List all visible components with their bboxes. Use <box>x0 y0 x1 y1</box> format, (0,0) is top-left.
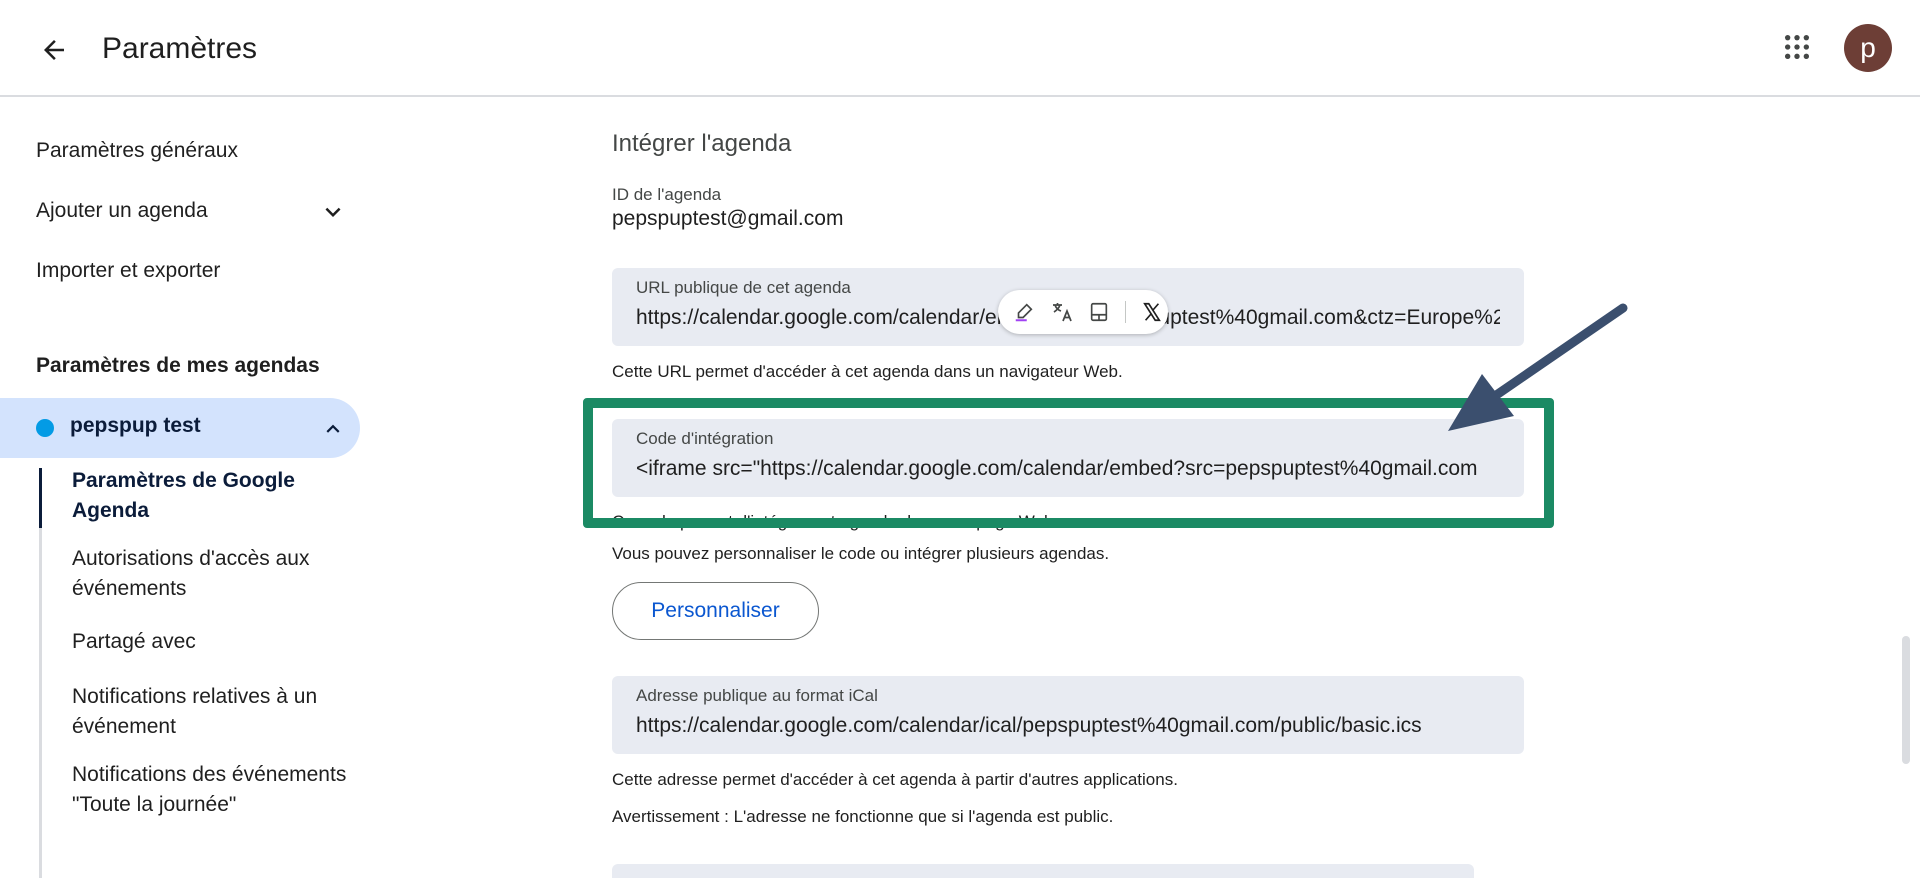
annotation-highlight-box <box>583 398 1554 528</box>
sidebar-item-label: Ajouter un agenda <box>36 199 208 222</box>
sidebar-subitem-calendar-settings[interactable]: Paramètres de Google Agenda <box>72 466 362 526</box>
sidebar-item-general-settings[interactable]: Paramètres généraux <box>36 139 238 163</box>
public-url-helper: Cette URL permet d'accéder à cet agenda … <box>612 362 1123 381</box>
tree-guide-line <box>39 468 42 878</box>
x-share-icon <box>1143 302 1161 322</box>
next-field-partial <box>612 864 1474 878</box>
highlighter-button[interactable] <box>1008 296 1040 328</box>
calendar-id-label: ID de l'agenda <box>612 185 722 204</box>
ical-address-field[interactable]: Adresse publique au format iCal https://… <box>612 676 1524 754</box>
calendar-color-dot <box>36 419 54 437</box>
sidebar-subitem-allday-notifications[interactable]: Notifications des événements "Toute la j… <box>72 760 362 820</box>
ical-address-label: Adresse publique au format iCal <box>636 686 878 705</box>
customize-button[interactable]: Personnaliser <box>612 582 819 640</box>
calendar-name: pepspup test <box>70 414 201 437</box>
apps-grid-icon <box>1784 34 1810 60</box>
section-title-embed: Intégrer l'agenda <box>612 130 792 157</box>
sidebar-item-add-calendar[interactable]: Ajouter un agenda <box>36 199 208 223</box>
toolbar-separator <box>1125 301 1127 323</box>
page-title: Paramètres <box>102 32 258 65</box>
ical-helper-2: Avertissement : L'adresse ne fonctionne … <box>612 807 1114 826</box>
back-button[interactable] <box>30 26 78 74</box>
translate-icon <box>1052 303 1072 322</box>
sidebar-item-import-export[interactable]: Importer et exporter <box>36 259 220 283</box>
text-selection-toolbar <box>998 290 1168 334</box>
chevron-up-icon[interactable] <box>320 416 346 442</box>
google-apps-button[interactable] <box>1776 26 1818 68</box>
ical-helper-1: Cette adresse permet d'accéder à cet age… <box>612 770 1178 789</box>
sidebar-subitem-event-notifications[interactable]: Notifications relatives à un événement <box>72 682 362 742</box>
share-x-button[interactable] <box>1136 296 1168 328</box>
avatar-letter: p <box>1860 32 1876 63</box>
page-scrollbar[interactable] <box>1902 636 1910 764</box>
tree-active-indicator <box>39 468 42 528</box>
sidebar-subitem-shared-with[interactable]: Partagé avec <box>72 627 362 657</box>
sidebar-item-calendar[interactable]: pepspup test <box>0 398 360 458</box>
reading-mode-button[interactable] <box>1084 296 1116 328</box>
account-avatar[interactable]: p <box>1844 24 1892 72</box>
chevron-down-icon[interactable] <box>318 197 348 227</box>
translate-button[interactable] <box>1046 296 1078 328</box>
sidebar-section-title: Paramètres de mes agendas <box>36 354 320 377</box>
ical-address-value[interactable]: https://calendar.google.com/calendar/ica… <box>636 714 1500 738</box>
arrow-back-icon <box>44 40 64 60</box>
calendar-id-value: pepspuptest@gmail.com <box>612 207 844 230</box>
reading-mode-icon <box>1091 302 1108 322</box>
highlighter-icon <box>1015 303 1033 322</box>
annotation-arrow-icon <box>1448 303 1628 431</box>
embed-code-helper-2: Vous pouvez personnaliser le code ou int… <box>612 544 1110 563</box>
top-app-bar: Paramètres p <box>0 0 1920 97</box>
sidebar-subitem-event-access[interactable]: Autorisations d'accès aux événements <box>72 544 362 604</box>
public-url-label: URL publique de cet agenda <box>636 278 851 297</box>
